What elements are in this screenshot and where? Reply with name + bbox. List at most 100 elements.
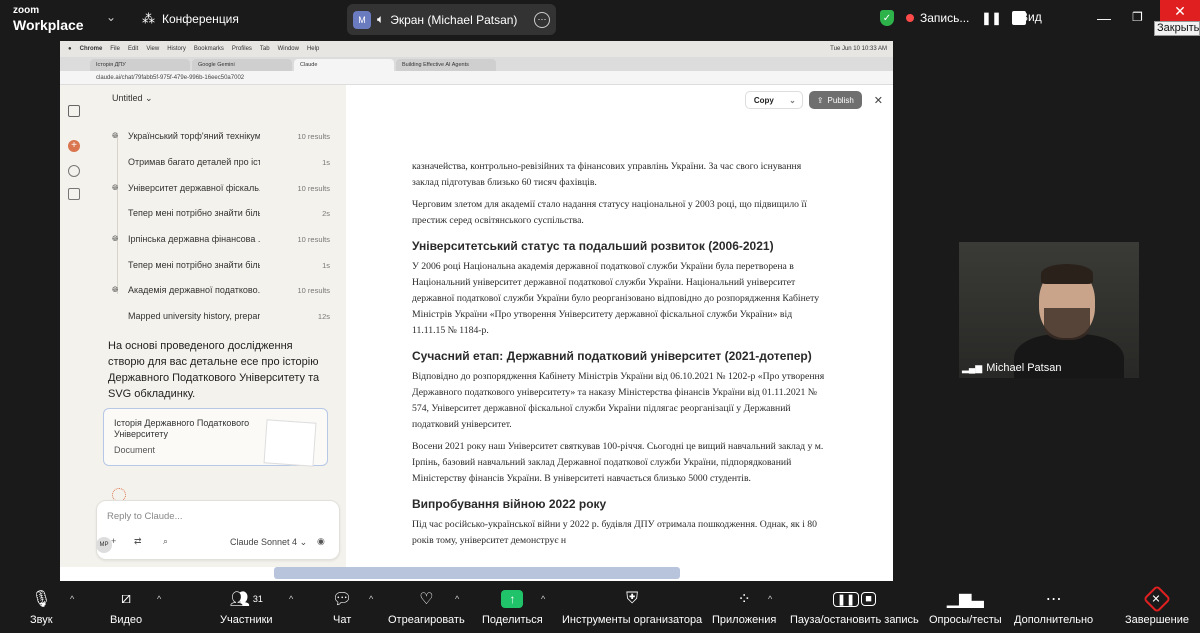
step-row[interactable]: 🌐︎ Український торф'яний технікум... 10 re… bbox=[112, 128, 352, 144]
close-icon[interactable]: ✕ bbox=[874, 94, 883, 107]
paragraph: Черговим злетом для академії стало надан… bbox=[412, 199, 807, 226]
pause-stop-recording-button[interactable]: ❚❚ ■ Пауза/остановить запись bbox=[790, 588, 919, 626]
host-tools-button[interactable]: ⛨ Инструменты организатора bbox=[562, 588, 702, 626]
chat-title[interactable]: Untitled ⌄ bbox=[112, 93, 153, 104]
step-row[interactable]: 🌐︎ Академія державної податково... 10 resu… bbox=[112, 282, 352, 298]
step-row[interactable]: Тепер мені потрібно знайти більше к 1s bbox=[112, 257, 352, 273]
publish-button[interactable]: ⇪ Publish bbox=[808, 91, 862, 109]
tab-agents[interactable]: Building Effective AI Agents bbox=[396, 59, 496, 71]
polls-button[interactable]: ▁▆▃ Опросы/тесты bbox=[929, 588, 1002, 626]
chat-label: Чат bbox=[333, 614, 352, 626]
chats-icon[interactable] bbox=[68, 165, 80, 177]
more-options-icon[interactable]: ··· bbox=[534, 11, 550, 28]
essay-content: казначейства, контрольно-ревізійних та ф… bbox=[412, 159, 826, 555]
pause-stop-label: Пауза/остановить запись bbox=[790, 614, 919, 626]
voice-icon[interactable]: ◉ bbox=[317, 536, 325, 547]
reply-placeholder: Reply to Claude... bbox=[107, 511, 183, 522]
step-row[interactable]: 🌐︎ Ірпінська державна фінансова ... 10 res… bbox=[112, 231, 352, 247]
menu-history: History bbox=[167, 46, 186, 52]
tab-gemini[interactable]: Google Gemini bbox=[192, 59, 292, 71]
chat-button[interactable]: 💬︎ Чат bbox=[332, 588, 352, 626]
model-selector[interactable]: Claude Sonnet 4 ⌄ bbox=[230, 537, 307, 548]
participants-icon: 👥︎ 31 bbox=[229, 591, 263, 608]
step-row[interactable]: Отримав багато деталей про історію 1s bbox=[112, 154, 352, 170]
paragraph: Восени 2021 року наш Університет святкув… bbox=[412, 441, 824, 484]
document-card[interactable]: Історія Державного Податкового Університ… bbox=[103, 408, 328, 467]
participants-label: Участники bbox=[220, 614, 273, 626]
mac-menubar: ● Chrome File Edit View History Bookmark… bbox=[60, 41, 893, 57]
copy-button[interactable]: Copy ⌄ bbox=[744, 91, 803, 109]
paragraph: казначейства, контрольно-ревізійних та ф… bbox=[412, 161, 802, 188]
video-label: Видео bbox=[110, 614, 143, 626]
menu-tab: Tab bbox=[259, 46, 270, 52]
sidebar-toggle-icon[interactable] bbox=[68, 105, 80, 117]
share-label: Поделиться bbox=[482, 614, 543, 626]
step-row[interactable]: 🌐︎ Університет державної фіскаль... 10 res… bbox=[112, 180, 352, 196]
minimize-icon[interactable]: — bbox=[1097, 10, 1111, 26]
user-avatar[interactable]: MP bbox=[96, 537, 112, 553]
polls-icon: ▁▆▃ bbox=[946, 591, 984, 608]
tab-claude[interactable]: Claude bbox=[294, 59, 394, 71]
new-chat-icon[interactable]: + bbox=[68, 140, 80, 152]
pause-stop-icon: ❚❚ ■ bbox=[832, 588, 876, 610]
shield-icon: ⛨ bbox=[626, 590, 639, 607]
step-meta: 10 results bbox=[297, 285, 330, 295]
projects-icon[interactable] bbox=[68, 188, 80, 200]
view-menu[interactable]: Вид bbox=[1020, 10, 1042, 24]
audio-button[interactable]: 🎙︎ Звук bbox=[30, 588, 53, 626]
video-button[interactable]: ⧄ Видео bbox=[110, 588, 142, 626]
polls-label: Опросы/тесты bbox=[929, 614, 1002, 626]
section-heading: Сучасний етап: Державний податковий унів… bbox=[412, 349, 812, 363]
participants-button[interactable]: 👥︎ 31 Участники bbox=[220, 588, 273, 626]
end-meeting-button[interactable]: ✕ Завершение bbox=[1125, 584, 1189, 626]
security-shield-icon[interactable]: ✓ bbox=[880, 10, 894, 26]
more-button[interactable]: ⋯ Дополнительно bbox=[1014, 588, 1093, 626]
participant-video[interactable]: ▂▄▆ Michael Patsan bbox=[959, 242, 1139, 378]
chevron-up-icon[interactable]: ^ bbox=[455, 594, 459, 604]
claude-sidebar-rail: + bbox=[60, 85, 90, 567]
maximize-icon[interactable]: ❐ bbox=[1132, 10, 1143, 24]
chevron-up-icon[interactable]: ^ bbox=[70, 594, 74, 604]
chevron-up-icon[interactable]: ^ bbox=[157, 594, 161, 604]
presenter-avatar: M bbox=[353, 10, 371, 29]
tab-history[interactable]: Історія ДПУ bbox=[90, 59, 190, 71]
audio-label: Звук bbox=[30, 614, 53, 626]
menu-chrome: Chrome bbox=[79, 46, 103, 52]
chevron-down-icon[interactable]: ⌄ bbox=[789, 96, 796, 105]
step-meta: 10 results bbox=[297, 131, 330, 141]
search-icon[interactable]: ⌕ bbox=[163, 536, 168, 547]
step-row[interactable]: Mapped university history, prepared 12s bbox=[112, 308, 352, 324]
address-bar[interactable]: claude.ai/chat/79fabb5f-975f-479e-996b-1… bbox=[60, 71, 893, 85]
document-thumbnail bbox=[263, 419, 317, 467]
step-meta: 10 results bbox=[297, 234, 330, 244]
zoom-toolbar: 🎙︎ Звук ^ ⧄ Видео ^ 👥︎ 31 Участники ^ 💬︎ Чат … bbox=[0, 582, 1200, 633]
menu-bookmarks: Bookmarks bbox=[193, 46, 224, 52]
chevron-down-icon[interactable]: ⌄ bbox=[106, 10, 116, 24]
apps-button[interactable]: ⁘ Приложения bbox=[712, 588, 776, 626]
tools-icon[interactable]: ⇄ bbox=[134, 536, 142, 547]
step-text: Український торф'яний технікум... bbox=[128, 131, 260, 141]
close-icon[interactable]: ✕ bbox=[1160, 0, 1200, 22]
menu-file: File bbox=[110, 46, 120, 52]
chevron-up-icon[interactable]: ^ bbox=[768, 594, 772, 604]
pause-recording-icon[interactable]: ❚❚ bbox=[981, 11, 1001, 25]
step-row[interactable]: Тепер мені потрібно знайти більше інформ… bbox=[112, 205, 352, 221]
menu-view: View bbox=[146, 46, 160, 52]
meeting-name[interactable]: ⁂ Конференция bbox=[142, 11, 239, 27]
end-meeting-label: Завершение bbox=[1125, 614, 1189, 626]
screen-share-indicator[interactable]: M 🔈︎ Экран (Michael Patsan) ··· bbox=[347, 4, 556, 35]
url-text: claude.ai/chat/79fabb5f-975f-479e-996b-1… bbox=[96, 74, 245, 81]
react-button[interactable]: ♡ Отреагировать bbox=[388, 588, 465, 626]
chevron-up-icon[interactable]: ^ bbox=[369, 594, 373, 604]
chevron-up-icon[interactable]: ^ bbox=[541, 594, 545, 604]
share-button[interactable]: ↑ Поделиться bbox=[482, 588, 543, 626]
participant-name-tag: ▂▄▆ Michael Patsan bbox=[962, 362, 1061, 374]
chevron-up-icon[interactable]: ^ bbox=[289, 594, 293, 604]
step-meta: 2s bbox=[322, 208, 330, 218]
reply-box[interactable]: Reply to Claude... + ⇄ ⌕ Claude Sonnet 4… bbox=[96, 500, 340, 560]
copy-label: Copy bbox=[753, 95, 774, 105]
menu-help: Help bbox=[306, 46, 320, 52]
section-heading: Університетський статус та подальший роз… bbox=[412, 239, 774, 253]
artifact-panel: Copy ⌄ ⇪ Publish ✕ казначейства, контроль… bbox=[346, 85, 893, 567]
close-tooltip: Закрыть bbox=[1154, 21, 1200, 36]
